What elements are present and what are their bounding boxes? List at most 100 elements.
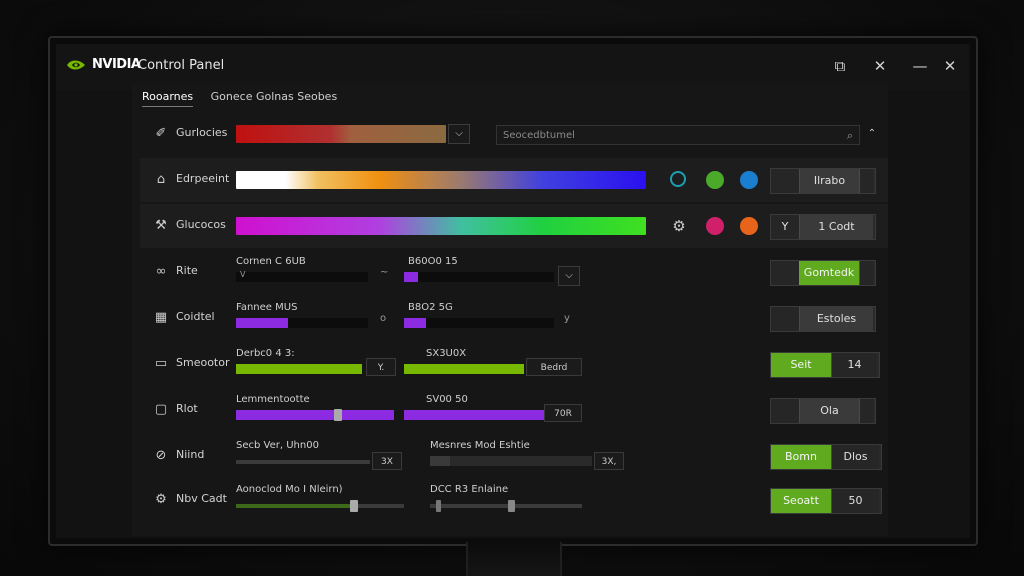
row-label: Glucocos (176, 218, 226, 231)
seoatt-button-group[interactable]: Seoatt 50 (770, 488, 882, 514)
slider-track[interactable] (236, 460, 370, 464)
seit-button[interactable]: Seit (771, 353, 831, 377)
slider-handle[interactable] (508, 500, 515, 512)
value-box[interactable]: 3X (372, 452, 402, 470)
search-placeholder: Seocedbtumel (503, 130, 575, 141)
bedrd-button[interactable]: Bedrd (526, 358, 582, 376)
window-close-icon[interactable]: ✕ (938, 54, 962, 78)
row-label: Edrpeeint (176, 172, 230, 185)
seit-button-group[interactable]: Seit 14 (770, 352, 880, 378)
control-label: Cornen C 6UB (236, 256, 306, 267)
settings-gear-icon[interactable]: ⚙ (670, 217, 688, 235)
window-title: Control Panel (138, 58, 225, 73)
bomn-button[interactable]: Bomn (771, 445, 831, 469)
control-label: Secb Ver, Uhn00 (236, 440, 319, 451)
control-label: SV00 50 (426, 394, 468, 405)
ola-button[interactable]: Ola (799, 399, 859, 423)
green-drop-icon[interactable] (706, 171, 724, 189)
value-50[interactable]: 50 (831, 489, 879, 513)
spectrum-bar[interactable] (236, 171, 646, 189)
hue-bar[interactable] (236, 217, 646, 235)
segment-end[interactable] (859, 261, 873, 285)
pink-dot-icon[interactable] (706, 217, 724, 235)
search-input[interactable]: Seocedbtumel ⌕ (496, 125, 860, 145)
estoles-button-group[interactable]: Estoles (770, 306, 876, 332)
segment-end[interactable] (859, 399, 873, 423)
control-label: B60O0 15 (408, 256, 458, 267)
row-label: Gurlocies (176, 126, 228, 139)
ilrabo-button[interactable]: Ilrabo (799, 169, 859, 193)
tools-icon: ⚒ (155, 218, 167, 233)
slider-handle[interactable] (350, 500, 358, 512)
row-glucocos: ⚒ Glucocos ⚙ Y 1 Codt (140, 204, 888, 248)
value-14[interactable]: 14 (831, 353, 877, 377)
slider-handle[interactable] (436, 500, 441, 512)
action-button-group[interactable]: Ilrabo (770, 168, 876, 194)
control-panel: Rooarnes Gonece Golnas Seobes ✐ Gurlocie… (132, 84, 888, 536)
chevron-down-icon[interactable]: ⌵ (448, 124, 470, 144)
slider-track[interactable] (430, 456, 592, 466)
tab-primary[interactable]: Rooarnes (142, 90, 194, 107)
control-label: Derbc0 4 3: (236, 348, 295, 359)
ola-button-group[interactable]: Ola (770, 398, 876, 424)
gomtedk-button[interactable]: Gomtedk (799, 261, 859, 285)
slider-track[interactable] (236, 272, 368, 282)
orange-dot-icon[interactable] (740, 217, 758, 235)
close-icon[interactable]: ✕ (868, 54, 892, 78)
nvidia-logo-icon (67, 60, 85, 70)
monitor-frame: NVIDIA Control Panel ⧉ ✕ — ✕ Rooarnes Go… (48, 36, 978, 546)
slider-track[interactable] (236, 410, 394, 420)
slider-track[interactable] (430, 504, 582, 508)
value-box[interactable]: 3X, (594, 452, 624, 470)
slider-track[interactable] (236, 318, 368, 328)
control-label: B8O2 5G (408, 302, 453, 313)
search-icon[interactable]: ⌕ (847, 126, 853, 146)
brand-name: NVIDIA (92, 57, 141, 72)
row-label: Coidtel (176, 310, 215, 323)
row-gurlocies: ✐ Gurlocies ⌵ Seocedbtumel ⌕ ⌃ (140, 112, 888, 156)
seoatt-button[interactable]: Seoatt (771, 489, 831, 513)
estoles-button[interactable]: Estoles (799, 307, 873, 331)
slider-track[interactable] (404, 318, 554, 328)
segment-empty[interactable] (771, 399, 799, 423)
control-mark: ~ (380, 267, 389, 278)
slider-track[interactable] (404, 272, 554, 282)
gear-icon: ⚙ (155, 492, 167, 507)
row-nbv-cadt: ⚙ Nbv Cadt Aonoclod Mo I Nleirn) DCC R3 … (140, 478, 888, 522)
segment-end[interactable] (859, 169, 873, 193)
slider-track[interactable] (236, 504, 404, 508)
control-label: Lemmentootte (236, 394, 310, 405)
codt-button[interactable]: 1 Codt (799, 215, 873, 239)
slider-track[interactable] (236, 364, 362, 374)
color-gradient-bar[interactable] (236, 125, 446, 143)
y-button[interactable]: Y (771, 215, 799, 239)
dlos-button[interactable]: Dlos (831, 445, 879, 469)
row-coidtel: ▦ Coidtel Fannee MUS o B8O2 5G y Estoles (140, 296, 888, 340)
slider-track[interactable] (404, 410, 544, 420)
cycle-icon[interactable] (670, 171, 686, 187)
slider-track[interactable] (404, 364, 524, 374)
control-mark: o (380, 313, 387, 324)
minimize-icon[interactable]: — (908, 54, 932, 78)
segment-empty[interactable] (771, 307, 799, 331)
person-icon: ⌂ (156, 172, 166, 187)
chevron-down-icon[interactable]: ⌵ (558, 266, 580, 286)
brush-icon: ✐ (155, 126, 167, 141)
monitor-stand (466, 542, 562, 576)
segment-empty[interactable] (771, 261, 799, 285)
segment-empty[interactable] (771, 169, 799, 193)
restore-icon[interactable]: ⧉ (828, 54, 852, 78)
row-label: Nbv Cadt (176, 492, 227, 505)
value-box[interactable]: 70R (544, 404, 582, 422)
tab-secondary[interactable]: Gonece Golnas Seobes (211, 90, 338, 103)
gomtedk-button-group[interactable]: Gomtedk (770, 260, 876, 286)
slider-handle[interactable] (334, 409, 342, 421)
value-box[interactable]: Y. (366, 358, 396, 376)
info-icon[interactable] (740, 171, 758, 189)
bomn-button-group[interactable]: Bomn Dlos (770, 444, 882, 470)
codt-button-group[interactable]: Y 1 Codt (770, 214, 876, 240)
chevron-up-icon[interactable]: ⌃ (862, 125, 882, 143)
tab-bar: Rooarnes Gonece Golnas Seobes (142, 90, 351, 112)
control-label: DCC R3 Enlaine (430, 484, 509, 495)
control-mark: y (564, 313, 570, 324)
